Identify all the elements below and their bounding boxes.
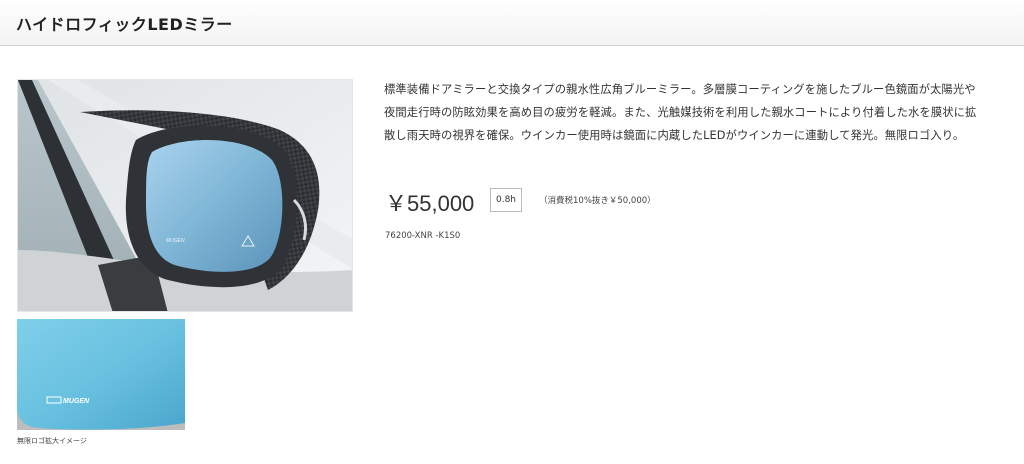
logo-closeup-image[interactable]: MUGEN <box>17 319 185 430</box>
price: ￥55,000 <box>385 191 475 216</box>
labor-hours-badge: 0.8h <box>490 188 522 212</box>
product-main-image[interactable]: MUGEN <box>17 79 353 312</box>
image-caption: 無限ロゴ拡大イメージ <box>17 437 87 445</box>
svg-text:MUGEN: MUGEN <box>63 398 90 405</box>
mirror-photo-illustration: MUGEN <box>18 80 352 311</box>
product-title: ハイドロフィックLEDミラー <box>16 15 233 34</box>
part-number: 76200-XNR -K1S0 <box>385 231 461 241</box>
page-header: ハイドロフィックLEDミラー <box>0 0 1024 46</box>
mirror-closeup-illustration: MUGEN <box>17 319 185 430</box>
tax-excluded-price: （消費税10%抜き￥50,000） <box>539 196 656 206</box>
product-description: 標準装備ドアミラーと交換タイプの親水性広角ブルーミラー。多層膜コーティングを施し… <box>384 83 977 142</box>
svg-text:MUGEN: MUGEN <box>166 238 185 244</box>
